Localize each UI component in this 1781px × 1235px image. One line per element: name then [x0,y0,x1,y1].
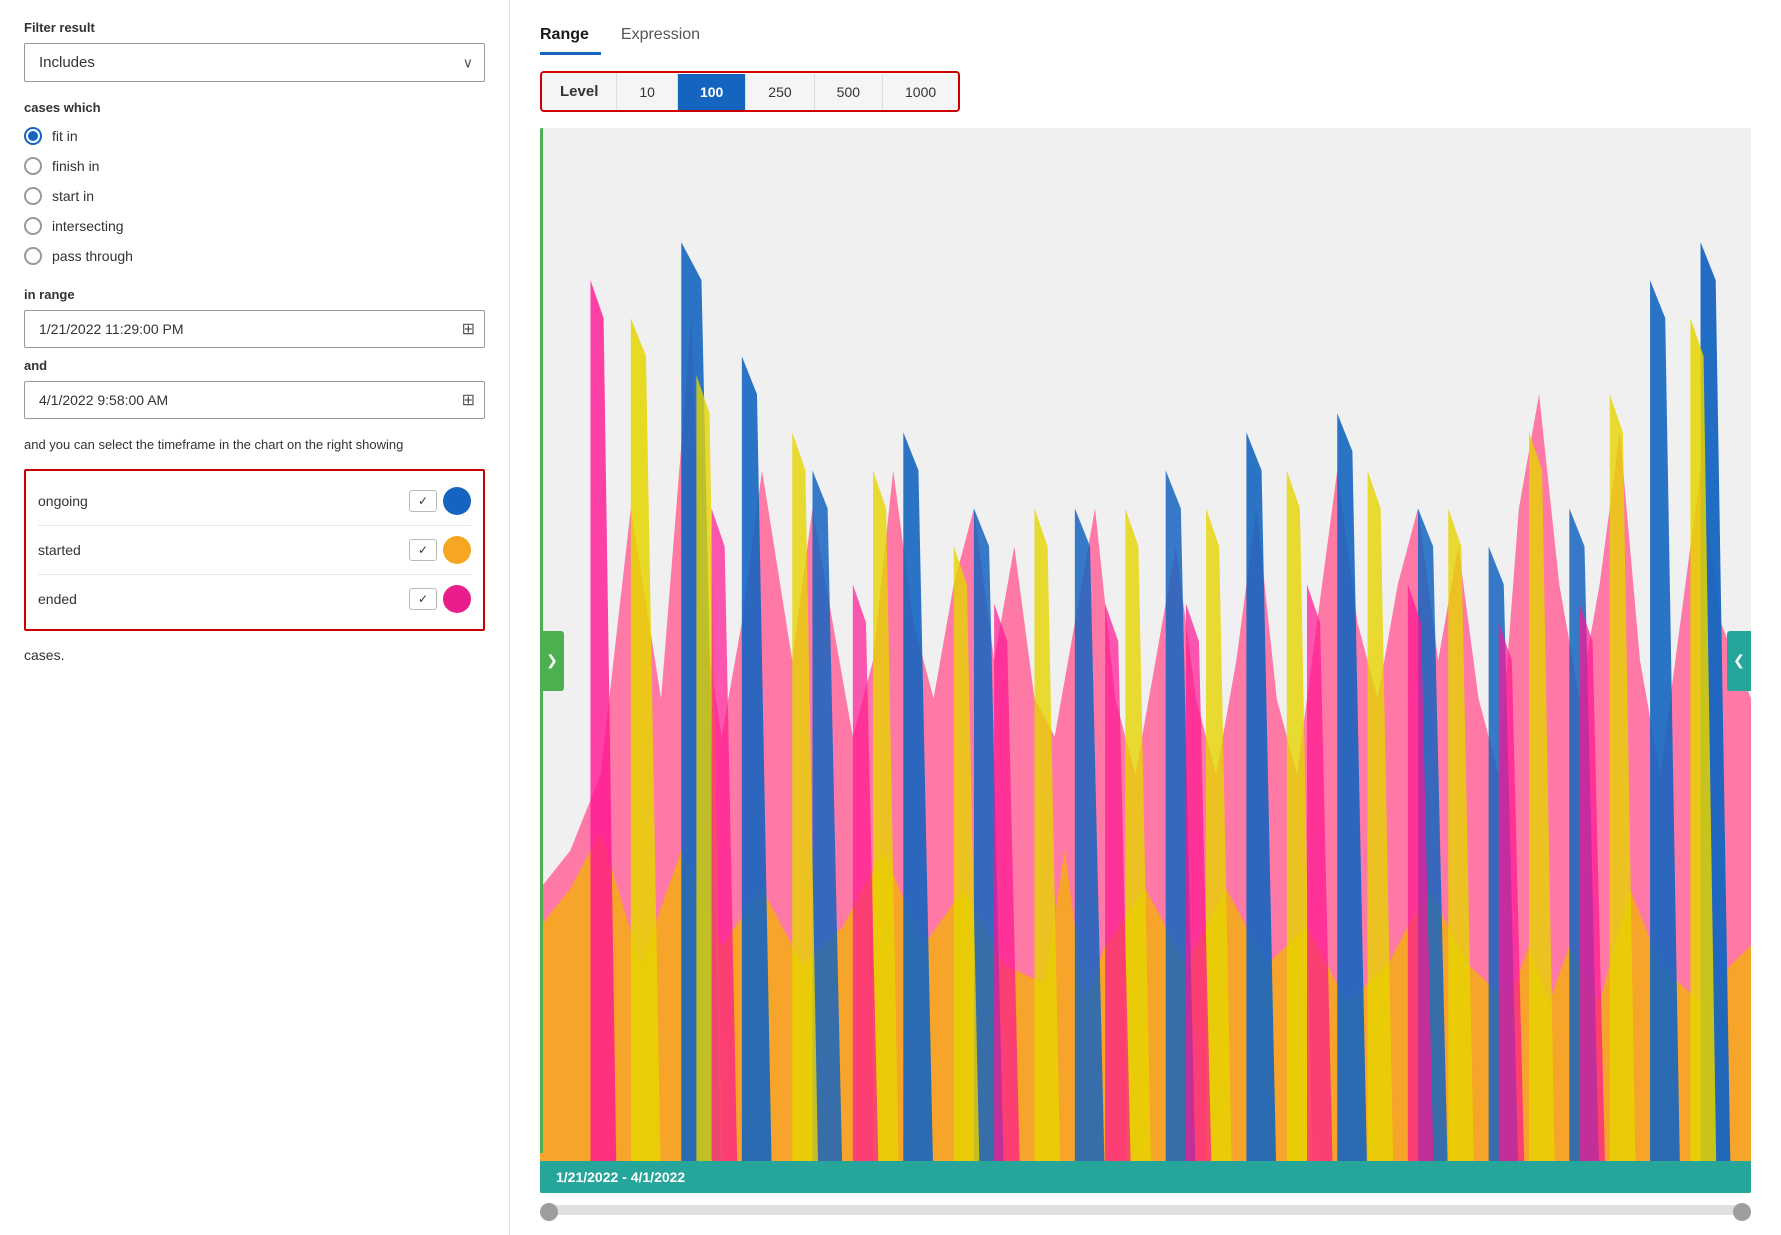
toggle-item-ended: ended ✓ [38,575,471,623]
toggle-item-ongoing: ongoing ✓ [38,477,471,526]
nav-arrow-left[interactable]: ❯ [540,631,564,691]
left-panel: Filter result Includes ∨ cases which fit… [0,0,510,1235]
toggle-right-started: ✓ [409,536,471,564]
toggle-check-started[interactable]: ✓ [409,539,437,561]
level-btn-10[interactable]: 10 [617,74,678,110]
toggle-label-ongoing: ongoing [38,493,88,509]
level-btn-100[interactable]: 100 [678,74,746,110]
radio-label-pass-through: pass through [52,248,133,264]
toggle-color-ended [443,585,471,613]
radio-group: fit in finish in start in intersecting p… [24,127,485,265]
date-end-wrapper: ⊞ [24,381,485,419]
cases-label: cases. [24,647,485,663]
chart-svg [540,128,1751,1193]
cases-which-label: cases which [24,100,485,115]
toggle-color-started [443,536,471,564]
scrollbar-row [510,1193,1781,1235]
level-label: Level [542,73,617,110]
toggle-box: ongoing ✓ started ✓ ended ✓ [24,469,485,631]
radio-item-start-in[interactable]: start in [24,187,485,205]
and-label: and [24,358,485,373]
scrollbar-thumb-right[interactable] [1733,1203,1751,1221]
dropdown-wrapper: Includes ∨ [24,43,485,82]
chart-container: ❯ ❮ [540,128,1751,1193]
timeframe-text: and you can select the timeframe in the … [24,435,485,455]
radio-label-finish-in: finish in [52,158,99,174]
nav-arrow-right[interactable]: ❮ [1727,631,1751,691]
level-btn-500[interactable]: 500 [815,74,883,110]
level-btn-250[interactable]: 250 [746,74,814,110]
radio-circle-start-in [24,187,42,205]
toggle-right-ended: ✓ [409,585,471,613]
radio-label-intersecting: intersecting [52,218,124,234]
toggle-check-ongoing[interactable]: ✓ [409,490,437,512]
tab-expression[interactable]: Expression [621,20,712,55]
filter-result-label: Filter result [24,20,485,35]
radio-label-fit-in: fit in [52,128,78,144]
radio-label-start-in: start in [52,188,94,204]
radio-item-fit-in[interactable]: fit in [24,127,485,145]
radio-item-finish-in[interactable]: finish in [24,157,485,175]
level-btn-1000[interactable]: 1000 [883,74,958,110]
toggle-color-ongoing [443,487,471,515]
radio-circle-intersecting [24,217,42,235]
date-end-input[interactable] [24,381,485,419]
tabs-row: Range Expression [510,20,1781,55]
date-end-icon[interactable]: ⊞ [462,390,475,410]
toggle-check-ended[interactable]: ✓ [409,588,437,610]
tab-range[interactable]: Range [540,20,601,55]
filter-result-dropdown[interactable]: Includes [24,43,485,82]
radio-item-intersecting[interactable]: intersecting [24,217,485,235]
scrollbar-track[interactable] [540,1205,1751,1215]
radio-circle-pass-through [24,247,42,265]
radio-circle-finish-in [24,157,42,175]
toggle-right-ongoing: ✓ [409,487,471,515]
date-start-wrapper: ⊞ [24,310,485,348]
toggle-item-started: started ✓ [38,526,471,575]
in-range-label: in range [24,287,485,302]
radio-item-pass-through[interactable]: pass through [24,247,485,265]
toggle-label-started: started [38,542,81,558]
right-panel: Range Expression Level 10 100 250 500 10… [510,0,1781,1235]
level-selector: Level 10 100 250 500 1000 [540,71,960,112]
scrollbar-thumb-left[interactable] [540,1203,558,1221]
date-start-icon[interactable]: ⊞ [462,319,475,339]
date-start-input[interactable] [24,310,485,348]
date-range-banner: 1/21/2022 - 4/1/2022 [540,1161,1751,1193]
toggle-label-ended: ended [38,591,77,607]
radio-circle-fit-in [24,127,42,145]
